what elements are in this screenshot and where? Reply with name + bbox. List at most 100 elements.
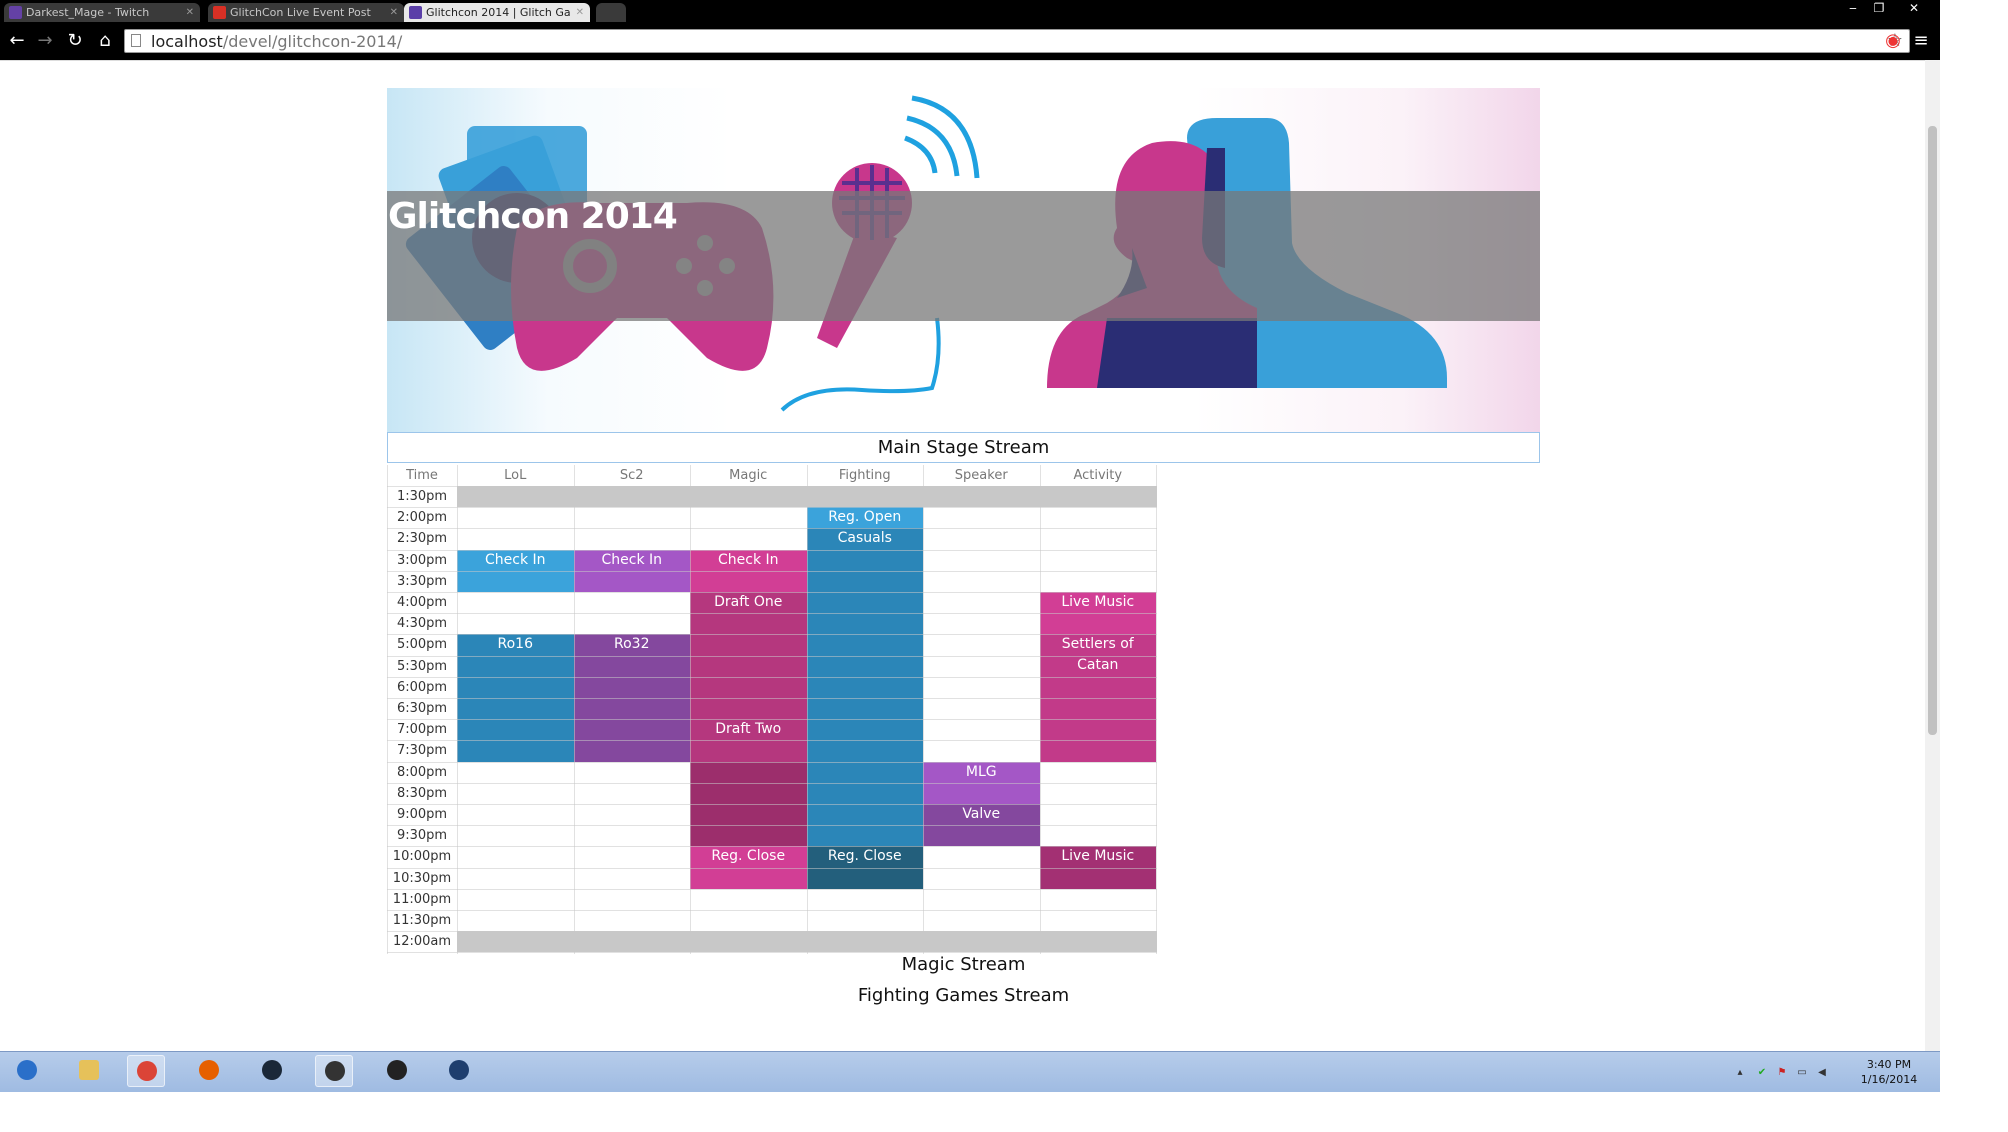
- steam-icon[interactable]: [253, 1055, 291, 1087]
- page-title: Glitchcon 2014: [388, 196, 678, 237]
- address-bar[interactable]: localhost/devel/glitchcon-2014/ ☆: [124, 29, 1910, 53]
- app-glyph: [137, 1061, 157, 1081]
- back-arrow-icon[interactable]: ←: [6, 30, 28, 52]
- row-divider: [387, 507, 1157, 509]
- event-label: Reg. Close: [827, 848, 902, 865]
- column-header: Sc2: [619, 468, 644, 483]
- event-label: Catan: [1077, 657, 1119, 674]
- row-divider: [387, 634, 1157, 636]
- restore-button[interactable]: ❐: [1866, 0, 1892, 16]
- clock-date: 1/16/2014: [1860, 1073, 1918, 1086]
- column-header-time: Time: [406, 468, 438, 483]
- row-divider: [387, 761, 1157, 763]
- column-divider: [806, 465, 808, 954]
- browser-tab[interactable]: Glitchcon 2014 | Glitch Ga ✕: [404, 3, 590, 22]
- app-glyph: [17, 1060, 37, 1080]
- time-slot-label: 4:30pm: [396, 616, 448, 632]
- row-divider: [387, 528, 1157, 530]
- clock[interactable]: 3:40 PM 1/16/2014: [1858, 1057, 1920, 1087]
- event-label: Ro32: [614, 636, 650, 653]
- home-icon[interactable]: ⌂: [94, 30, 116, 52]
- time-slot-label: 11:30pm: [392, 913, 452, 928]
- tab-close-icon[interactable]: ✕: [186, 3, 194, 22]
- network-icon[interactable]: ▭: [1796, 1067, 1808, 1079]
- time-slot-label: 1:30pm: [396, 489, 448, 504]
- tab-title: GlitchCon Live Event Post: [230, 6, 371, 19]
- time-slot-label: 2:30pm: [396, 531, 448, 547]
- column-divider: [1039, 465, 1041, 954]
- column-header: LoL: [504, 468, 527, 483]
- security-icon[interactable]: ✔: [1756, 1067, 1768, 1079]
- schedule-event[interactable]: Reg. Open: [806, 507, 923, 529]
- column-header: Activity: [1073, 468, 1123, 483]
- fighting-stream-link[interactable]: Fighting Games Stream: [387, 985, 1540, 1006]
- row-divider: [387, 888, 1157, 890]
- chrome-icon[interactable]: [127, 1055, 165, 1087]
- file-explorer-icon[interactable]: [70, 1055, 108, 1087]
- row-divider: [387, 825, 1157, 827]
- row-divider: [387, 549, 1157, 551]
- row-divider: [387, 486, 1157, 487]
- tab-close-icon[interactable]: ✕: [576, 3, 584, 22]
- column-header: Fighting: [838, 468, 891, 483]
- schedule-event[interactable]: Casuals: [806, 528, 923, 847]
- volume-icon[interactable]: ◀: [1816, 1067, 1828, 1079]
- scrollbar-thumb[interactable]: [1928, 126, 1937, 735]
- main-stage-stream-link[interactable]: Main Stage Stream: [387, 432, 1540, 463]
- tab-close-icon[interactable]: ✕: [390, 3, 398, 22]
- tab-title: Glitchcon 2014 | Glitch Ga: [426, 6, 571, 19]
- time-slot-label: 9:00pm: [396, 807, 448, 822]
- row-divider: [387, 910, 1157, 911]
- row-divider: [387, 740, 1157, 742]
- browser-tab[interactable]: GlitchCon Live Event Post ✕: [208, 3, 404, 22]
- row-divider: [387, 804, 1157, 805]
- time-slot-label: 6:00pm: [396, 679, 448, 695]
- event-label: Draft One: [714, 594, 783, 610]
- time-slot-label: 4:00pm: [396, 595, 448, 610]
- firefox-icon[interactable]: [190, 1055, 228, 1087]
- time-slot-label: 3:00pm: [396, 552, 448, 568]
- row-divider: [387, 782, 1157, 784]
- row-divider: [387, 613, 1157, 615]
- row-divider: [387, 719, 1157, 721]
- browser-tab[interactable]: Darkest_Mage - Twitch ✕: [4, 3, 200, 22]
- app-icon[interactable]: [440, 1055, 478, 1087]
- minimize-button[interactable]: ‒: [1840, 0, 1866, 16]
- start-button-icon[interactable]: [8, 1055, 46, 1087]
- tray-expand-icon[interactable]: ▴: [1734, 1067, 1746, 1079]
- app-glyph: [199, 1060, 219, 1080]
- page-icon: [131, 34, 141, 47]
- row-divider: [387, 655, 1157, 657]
- close-window-button[interactable]: ✕: [1898, 0, 1930, 16]
- event-label: MLG: [965, 763, 997, 780]
- app-glyph: [387, 1060, 407, 1080]
- action-center-icon[interactable]: ⚑: [1776, 1067, 1788, 1079]
- reload-icon[interactable]: ↻: [64, 30, 86, 52]
- row-divider: [387, 570, 1157, 572]
- column-divider: [387, 465, 388, 954]
- column-header: Magic: [729, 468, 768, 483]
- menu-icon[interactable]: ≡: [1910, 30, 1932, 52]
- event-label: Live Music: [1061, 848, 1135, 865]
- time-slot-label: 5:00pm: [396, 637, 448, 653]
- time-slot-label: 9:30pm: [396, 828, 448, 844]
- app-glyph: [449, 1060, 469, 1080]
- column-divider: [573, 465, 575, 954]
- app-glyph: [262, 1060, 282, 1080]
- column-divider: [457, 465, 458, 954]
- taskbar: [0, 1051, 1940, 1092]
- tab-title: Darkest_Mage - Twitch: [26, 6, 150, 19]
- row-divider: [387, 676, 1157, 678]
- event-label: Reg. Open: [828, 509, 902, 526]
- column-header: Speaker: [954, 468, 1008, 483]
- forward-arrow-icon[interactable]: →: [34, 30, 56, 52]
- time-slot-label: 11:00pm: [392, 891, 452, 907]
- app-icon[interactable]: [378, 1055, 416, 1087]
- favicon-icon: [9, 6, 22, 19]
- event-label: Check In: [484, 551, 546, 568]
- app-icon[interactable]: [315, 1055, 353, 1087]
- magic-stream-link[interactable]: Magic Stream: [387, 954, 1540, 975]
- event-label: Check In: [601, 551, 663, 568]
- extension-icon[interactable]: ◉: [1882, 30, 1904, 52]
- new-tab-button[interactable]: [596, 3, 626, 22]
